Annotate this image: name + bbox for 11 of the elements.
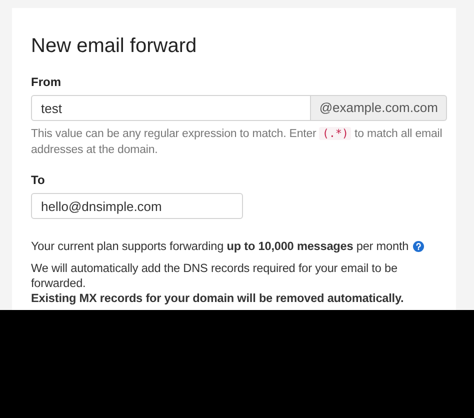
field-label: To <box>31 173 46 187</box>
help-icon[interactable] <box>412 241 424 252</box>
mx-warning: Existing MX records for your domain will be removed automatically. <box>31 291 405 306</box>
page-title: New email forward <box>31 34 198 59</box>
domain-suffix: @example.com.com <box>311 95 447 121</box>
dns-note: We will automatically add the DNS records required for your email to be forwarded. <box>31 261 398 291</box>
field-label: From <box>31 75 62 89</box>
input-field[interactable]: test <box>31 95 312 121</box>
help-text: This value can be any regular expression to match. Enter (.*) to match all email addresses at the domain. <box>31 126 444 158</box>
plan-note: Your current plan supports forwarding up to 10,000 messages per month <box>31 239 409 254</box>
input-field[interactable]: hello@dnsimple.com <box>31 193 243 219</box>
